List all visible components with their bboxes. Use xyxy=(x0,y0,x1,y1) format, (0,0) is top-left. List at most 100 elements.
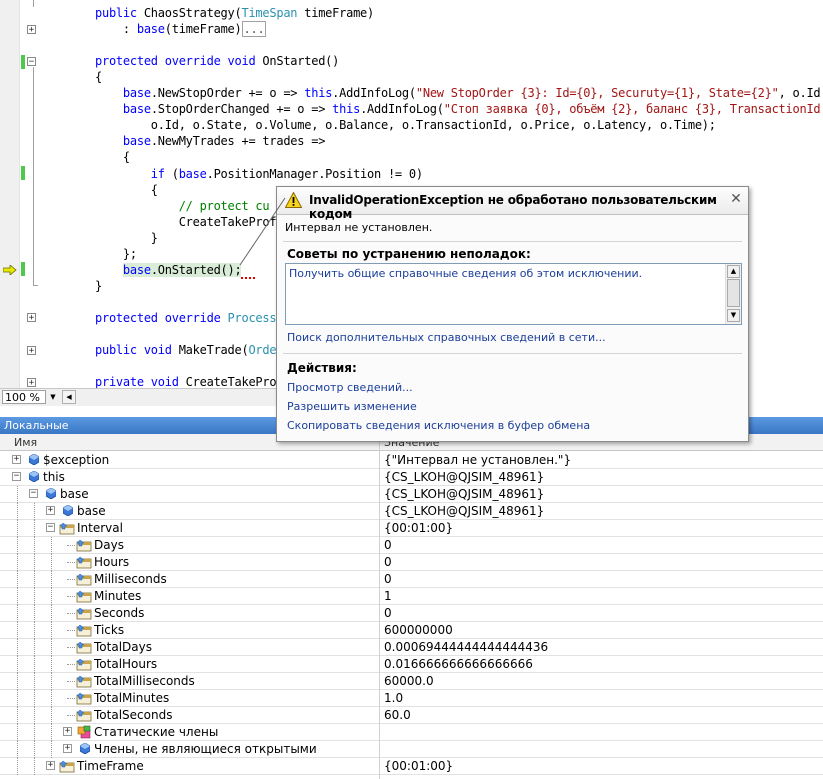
scroll-thumb[interactable] xyxy=(727,279,740,307)
variable-value[interactable]: 0 xyxy=(384,605,392,621)
chevron-down-icon[interactable]: ▼ xyxy=(47,390,59,404)
locals-row[interactable]: Ticks 600000000 xyxy=(0,622,823,640)
breakpoint-gutter[interactable] xyxy=(0,0,20,388)
locals-row[interactable]: + Статические члены xyxy=(0,724,823,742)
scroll-left-icon[interactable]: ◀ xyxy=(62,390,76,404)
zoom-level-combo[interactable]: 100 % xyxy=(2,390,46,404)
code-token: "New StopOrder {3}: Id={0}, Securuty={1}… xyxy=(415,86,779,101)
outline-expand-icon[interactable]: + xyxy=(27,346,36,356)
variable-value[interactable]: {CS_LKOH@QJSIM_48961} xyxy=(384,469,544,485)
variable-value[interactable]: 0.016666666666666666 xyxy=(384,656,533,672)
variable-value[interactable]: {"Интервал не установлен."} xyxy=(384,452,571,468)
variable-value[interactable]: 1 xyxy=(384,588,392,604)
variable-value[interactable]: 1.0 xyxy=(384,690,403,706)
variable-value[interactable]: 60000.0 xyxy=(384,673,434,689)
tree-guide xyxy=(51,605,52,623)
code-token: { xyxy=(95,150,130,165)
code-token[interactable]: ... xyxy=(241,21,267,38)
locals-row[interactable]: Seconds 0 xyxy=(0,605,823,623)
error-squiggle xyxy=(241,262,256,279)
locals-row[interactable]: − this {CS_LKOH@QJSIM_48961} xyxy=(0,469,823,487)
column-header-name[interactable]: Имя xyxy=(14,434,37,451)
code-token: base xyxy=(122,134,151,149)
locals-row[interactable]: Minutes 1 xyxy=(0,588,823,606)
variable-value[interactable]: 0.00069444444444444436 xyxy=(384,639,548,655)
copy-exception-link[interactable]: Скопировать сведения исключения в буфер … xyxy=(287,419,590,432)
code-line: base.NewMyTrades += trades => xyxy=(95,133,326,149)
outline-guide xyxy=(33,0,34,7)
collapse-icon[interactable]: − xyxy=(12,472,21,482)
close-icon[interactable]: ✕ xyxy=(729,191,743,207)
variable-value[interactable]: {00:01:00} xyxy=(384,758,453,774)
outline-expand-icon[interactable]: + xyxy=(27,378,36,388)
view-detail-link[interactable]: Просмотр сведений... xyxy=(287,381,413,394)
code-token: base xyxy=(122,262,151,277)
enable-editing-link[interactable]: Разрешить изменение xyxy=(287,400,417,413)
tree-guide xyxy=(67,596,75,598)
variable-value[interactable]: {00:01:00} xyxy=(384,520,453,536)
locals-row[interactable]: + TimeFrame {00:01:00} xyxy=(0,758,823,776)
variable-name: TotalMilliseconds xyxy=(94,674,195,689)
expand-icon[interactable]: + xyxy=(46,506,55,516)
locals-row[interactable]: TotalHours 0.016666666666666666 xyxy=(0,656,823,674)
expand-icon[interactable]: + xyxy=(63,744,72,754)
outline-expand-icon[interactable]: + xyxy=(27,25,36,35)
variable-value[interactable]: {CS_LKOH@QJSIM_48961} xyxy=(384,503,544,519)
code-line: }; xyxy=(95,246,137,262)
code-token: // protect cu xyxy=(178,198,270,213)
locals-row[interactable]: Hours 0 xyxy=(0,554,823,572)
locals-row[interactable]: Milliseconds 0 xyxy=(0,571,823,589)
collapse-icon[interactable]: − xyxy=(29,489,38,499)
code-line: o.Id, o.State, o.Volume, o.Balance, o.Tr… xyxy=(95,117,716,133)
variable-value[interactable]: 0 xyxy=(384,554,392,570)
tree-guide xyxy=(34,503,35,521)
locals-row[interactable]: TotalMilliseconds 60000.0 xyxy=(0,673,823,691)
code-line: { xyxy=(95,182,158,198)
locals-row[interactable]: + base {CS_LKOH@QJSIM_48961} xyxy=(0,503,823,521)
outline-collapse-icon[interactable]: − xyxy=(27,57,36,67)
variable-value[interactable]: 600000000 xyxy=(384,622,453,638)
tree-guide xyxy=(51,741,52,759)
tree-guide xyxy=(34,656,35,674)
expand-icon[interactable]: + xyxy=(12,455,21,464)
tree-guide xyxy=(17,486,18,504)
tree-guide xyxy=(17,503,18,521)
outline-guide xyxy=(33,285,38,286)
scroll-up-icon[interactable]: ▲ xyxy=(727,265,740,278)
tips-help-link[interactable]: Получить общие справочные сведения об эт… xyxy=(289,267,642,280)
column-divider[interactable] xyxy=(379,434,380,779)
locals-row[interactable]: − base {CS_LKOH@QJSIM_48961} xyxy=(0,486,823,504)
code-token: Orde xyxy=(248,343,277,358)
code-line: protected override Process xyxy=(95,310,277,326)
variable-value[interactable]: {CS_LKOH@QJSIM_48961} xyxy=(384,486,544,502)
locals-row[interactable]: TotalDays 0.00069444444444444436 xyxy=(0,639,823,657)
search-online-link[interactable]: Поиск дополнительных справочных сведений… xyxy=(287,331,606,344)
code-line: public ChaosStrategy(TimeSpan timeFrame) xyxy=(95,5,374,21)
tips-list[interactable]: Получить общие справочные сведения об эт… xyxy=(285,263,742,325)
variable-value[interactable]: 60.0 xyxy=(384,707,411,723)
locals-row[interactable]: Days 0 xyxy=(0,537,823,555)
tree-guide xyxy=(51,537,52,555)
code-token: base xyxy=(136,22,165,37)
code-token: TimeSpan xyxy=(241,6,298,20)
variable-value[interactable]: 0 xyxy=(384,537,392,553)
locals-row[interactable]: TotalMinutes 1.0 xyxy=(0,690,823,708)
outline-expand-icon[interactable]: + xyxy=(27,313,36,323)
variable-value[interactable]: 0 xyxy=(384,571,392,587)
scroll-down-icon[interactable]: ▼ xyxy=(727,309,740,322)
locals-row[interactable]: + Члены, не являющиеся открытыми xyxy=(0,741,823,759)
tree-guide xyxy=(17,537,18,555)
expand-icon[interactable]: + xyxy=(46,761,55,771)
variable-name: TimeFrame xyxy=(77,759,144,774)
locals-row[interactable]: + $exception {"Интервал не установлен."} xyxy=(0,452,823,469)
tips-scrollbar[interactable]: ▲ ▼ xyxy=(725,264,741,324)
tree-guide xyxy=(67,562,75,564)
collapse-icon[interactable]: − xyxy=(46,523,55,533)
expand-icon[interactable]: + xyxy=(63,727,72,737)
tree-guide xyxy=(51,724,52,742)
code-token: .NewMyTrades += trades => xyxy=(150,134,326,149)
code-line: protected override void OnStarted() xyxy=(95,53,339,69)
locals-row[interactable]: − Interval {00:01:00} xyxy=(0,520,823,538)
locals-row[interactable]: TotalSeconds 60.0 xyxy=(0,707,823,725)
